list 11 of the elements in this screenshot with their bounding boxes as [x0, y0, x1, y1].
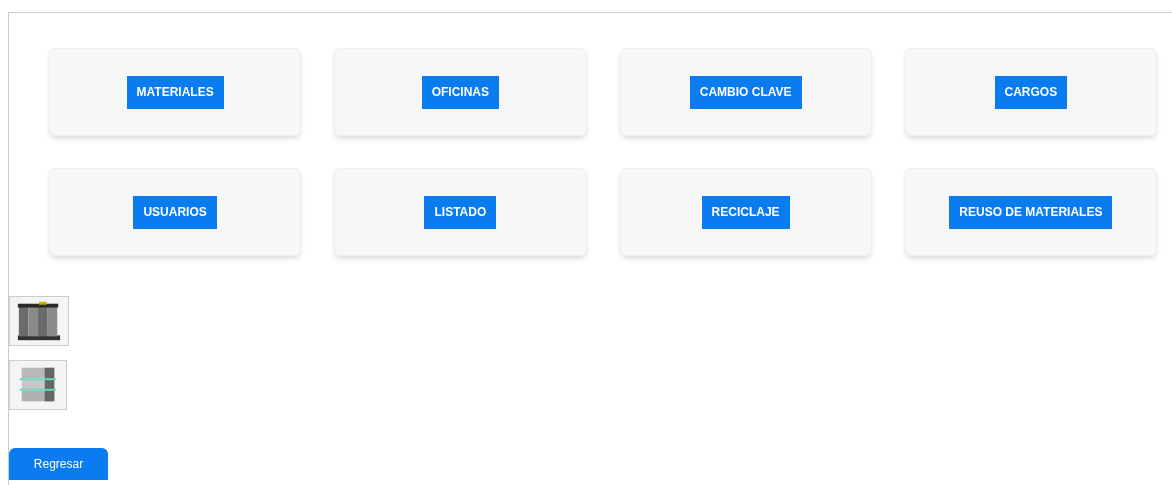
- menu-button[interactable]: RECICLAJE: [701, 195, 790, 229]
- menu-button[interactable]: OFICINAS: [421, 75, 500, 109]
- menu-button[interactable]: REUSO DE MATERIALES: [949, 195, 1113, 229]
- back-button[interactable]: Regresar: [9, 448, 108, 480]
- menu-button[interactable]: MATERIALES: [126, 75, 224, 109]
- menu-button[interactable]: LISTADO: [424, 195, 497, 229]
- menu-button[interactable]: CAMBIO CLAVE: [689, 75, 802, 109]
- server-icon[interactable]: [9, 360, 67, 410]
- menu-button[interactable]: USUARIOS: [133, 195, 217, 229]
- menu-button[interactable]: CARGOS: [994, 75, 1068, 109]
- trash-bins-icon[interactable]: [9, 296, 69, 346]
